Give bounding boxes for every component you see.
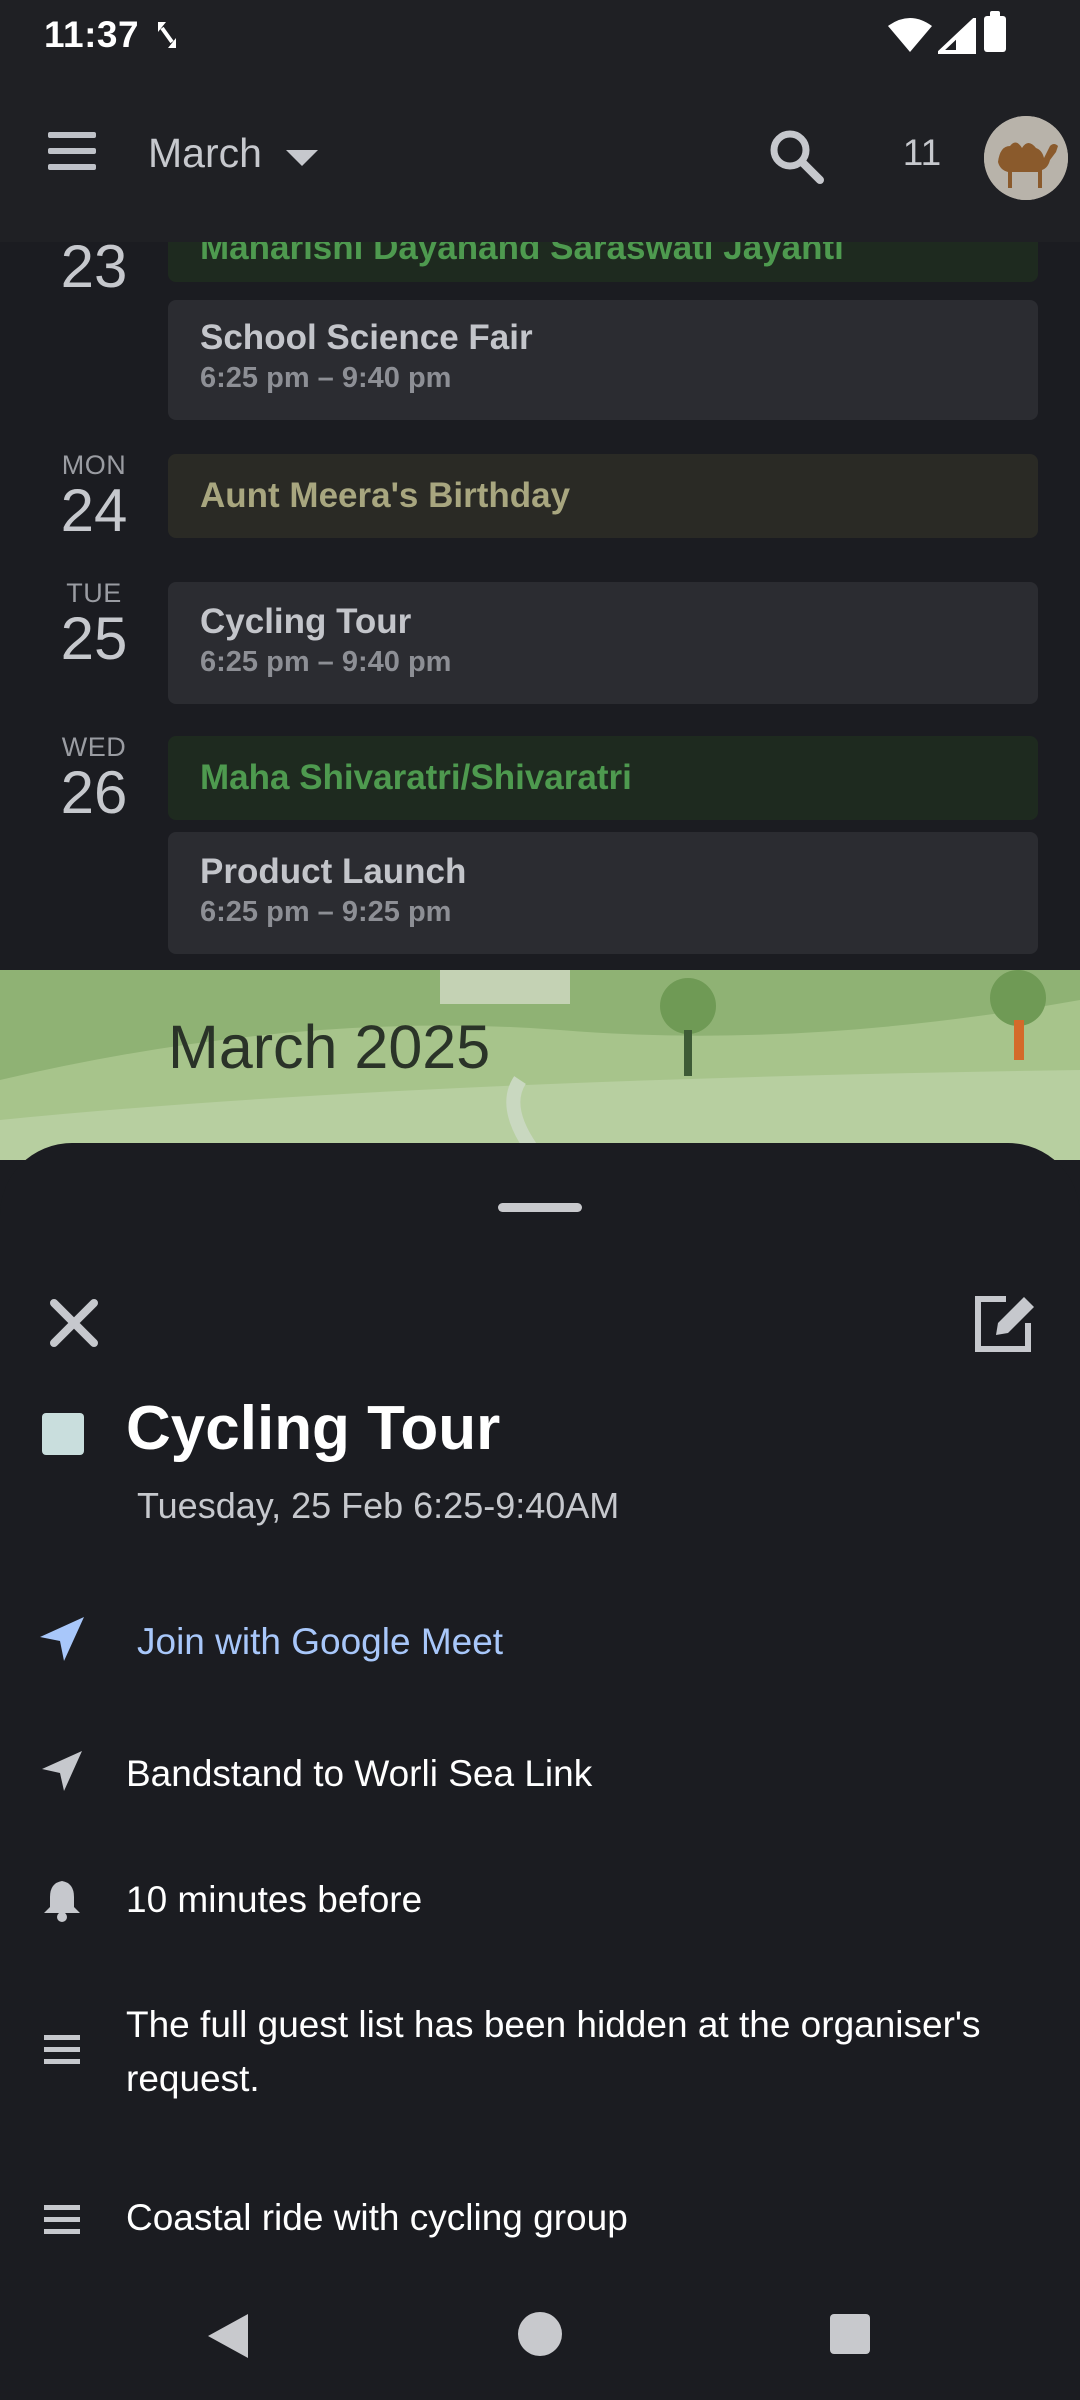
join-google-meet-link[interactable]: Join with Google Meet	[137, 1615, 1037, 1669]
recents-icon[interactable]	[830, 2314, 870, 2354]
day-number: 23	[60, 242, 128, 300]
event-title: Maharishi Dayanand Saraswati Jayanti	[200, 242, 844, 267]
guest-list-note: The full guest list has been hidden at t…	[126, 2004, 981, 2099]
notes-lines-icon	[44, 2205, 80, 2234]
status-time: 11:37	[44, 14, 140, 55]
back-icon[interactable]	[206, 2312, 250, 2360]
day-number: 24	[60, 477, 128, 544]
event-time: 6:25 pm – 9:40 pm	[200, 646, 452, 678]
avatar[interactable]	[984, 116, 1068, 200]
location-arrow-icon	[42, 1751, 82, 1791]
event-reminder: 10 minutes before	[126, 1879, 423, 1920]
event-chip[interactable]: Product Launch 6:25 pm – 9:25 pm	[168, 832, 1038, 954]
system-nav-bar	[0, 2268, 1080, 2400]
camel-icon	[984, 116, 1068, 200]
event-title: Aunt Meera's Birthday	[200, 476, 571, 515]
cellular-icon	[938, 18, 976, 54]
bell-icon	[44, 1881, 80, 1922]
month-selector[interactable]: March	[148, 130, 262, 177]
event-title: School Science Fair	[200, 318, 533, 357]
event-chip[interactable]: School Science Fair 6:25 pm – 9:40 pm	[168, 300, 1038, 420]
event-chip-holiday[interactable]: Maharishi Dayanand Saraswati Jayanti	[168, 242, 1038, 282]
notes-lines-icon	[44, 2035, 80, 2064]
event-detail-sheet: Cycling Tour Tuesday, 25 Feb 6:25-9:40AM…	[0, 1143, 1080, 2268]
event-title: Maha Shivaratri/Shivaratri	[200, 758, 632, 797]
battery-icon	[984, 11, 1006, 52]
edit-icon[interactable]	[972, 1291, 1042, 1355]
close-icon[interactable]	[44, 1293, 104, 1353]
day-number: 26	[60, 759, 128, 826]
event-title: Cycling Tour	[200, 602, 412, 641]
banner-month-title: March 2025	[168, 1013, 491, 1081]
auto-rotate-icon	[158, 22, 176, 48]
event-location[interactable]: Bandstand to Worli Sea Link	[126, 1747, 1026, 1801]
day-label-25: TUE 25	[44, 578, 144, 669]
drag-handle[interactable]	[498, 1203, 582, 1212]
event-detail-date: Tuesday, 25 Feb 6:25-9:40AM	[137, 1485, 620, 1526]
wifi-icon	[888, 18, 932, 52]
screen: 11:37 March 11 23 Maharishi Dayanand Sar…	[0, 0, 1080, 2400]
caret-down-icon[interactable]	[286, 150, 318, 166]
event-time: 6:25 pm – 9:40 pm	[200, 362, 452, 394]
event-time: 6:25 pm – 9:25 pm	[200, 896, 452, 928]
home-icon[interactable]	[518, 2312, 562, 2356]
day-number: 25	[60, 605, 128, 672]
month-banner: March 2025	[0, 970, 1080, 1160]
day-label-23: 23	[44, 242, 144, 297]
event-detail-title: Cycling Tour	[126, 1394, 501, 1463]
event-chip[interactable]: Cycling Tour 6:25 pm – 9:40 pm	[168, 582, 1038, 704]
search-icon[interactable]	[766, 126, 826, 186]
event-chip-holiday[interactable]: Maha Shivaratri/Shivaratri	[168, 736, 1038, 820]
event-color-chip	[42, 1413, 84, 1455]
status-bar: 11:37	[0, 0, 1080, 72]
event-chip-birthday[interactable]: Aunt Meera's Birthday	[168, 454, 1038, 538]
menu-icon[interactable]	[48, 132, 102, 176]
event-title: Product Launch	[200, 852, 467, 891]
day-label-24: MON 24	[44, 450, 144, 541]
app-bar: March 11	[0, 72, 1080, 242]
navigation-arrow-icon	[40, 1617, 84, 1661]
today-button[interactable]: 11	[880, 132, 964, 182]
day-label-26: WED 26	[44, 732, 144, 823]
landscape-illustration	[0, 970, 1080, 1160]
event-description: Coastal ride with cycling group	[126, 2197, 628, 2238]
schedule-list[interactable]: 23 Maharishi Dayanand Saraswati Jayanti …	[0, 242, 1080, 970]
